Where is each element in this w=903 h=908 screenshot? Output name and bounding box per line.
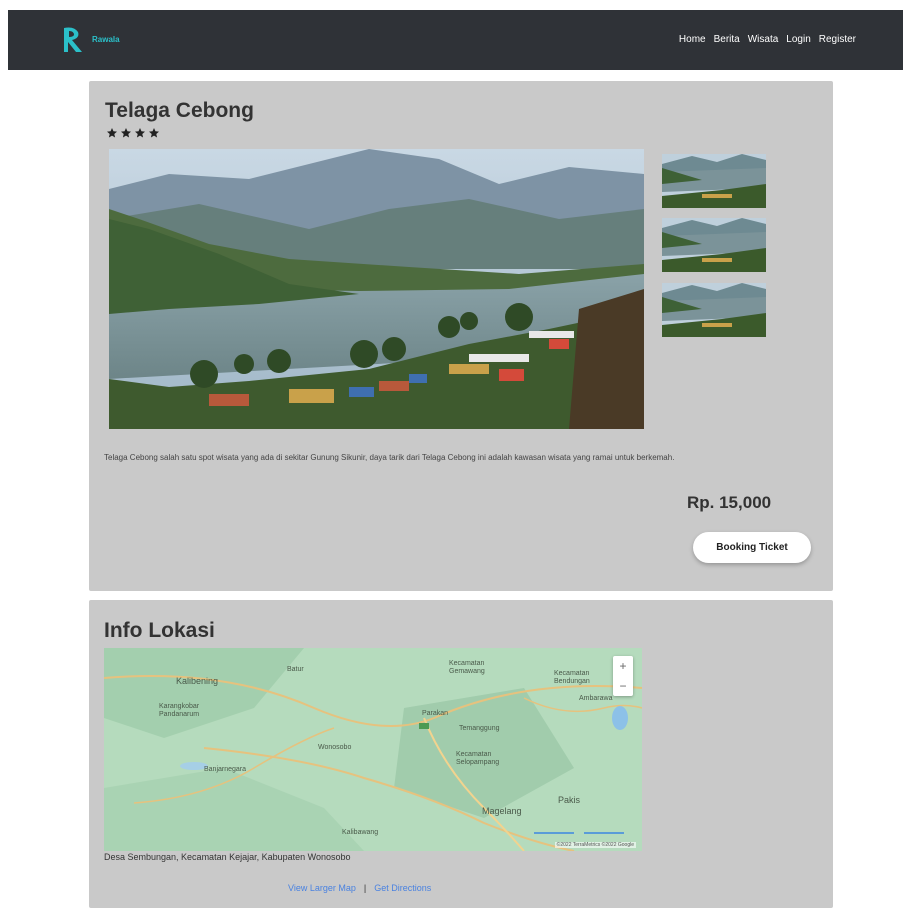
link-separator: | [363, 883, 367, 893]
nav-berita[interactable]: Berita [714, 34, 740, 45]
map-label: Kalibening [176, 676, 219, 686]
nav-home[interactable]: Home [679, 34, 706, 45]
embedded-map[interactable]: Batur Kalibening Kecamatan Gemawang Keca… [104, 648, 642, 851]
nav-login[interactable]: Login [786, 34, 810, 45]
map-label: Banjarnegara [204, 766, 247, 773]
map-label: Kalibawang [342, 829, 379, 836]
map-label: Batur [287, 666, 304, 673]
map-label: Kecamatan Bendungan [554, 670, 590, 685]
brand-name: Rawala [92, 34, 120, 44]
map-label: Karangkobar Pandanarum [159, 703, 200, 718]
view-larger-map-link[interactable]: View Larger Map [288, 883, 356, 893]
brand-logo-icon [64, 27, 82, 52]
destination-detail-card: Telaga Cebong Telaga Cebong salah satu s… [89, 81, 833, 591]
main-photo [109, 149, 644, 429]
zoom-in-button[interactable]: + [613, 656, 633, 676]
map-label: Kecamatan Gemawang [449, 660, 485, 675]
location-info-card: Info Lokasi Batur Kalibening Kecamatan G… [89, 600, 833, 908]
brand[interactable]: Rawala [60, 24, 120, 54]
rating-stars [106, 127, 160, 139]
map-label: Pakis [558, 795, 581, 805]
map-label: Kecamatan Selopampang [456, 751, 500, 766]
map-label: Temanggung [459, 725, 500, 732]
nav-register[interactable]: Register [819, 34, 856, 45]
map-label: Wonosobo [318, 744, 352, 751]
map-attribution: ©2022 TerraMetrics ©2022 Google [554, 842, 636, 848]
map-zoom-control: + − [613, 656, 633, 696]
location-title: Info Lokasi [104, 619, 215, 642]
star-icon [135, 128, 145, 138]
zoom-out-button[interactable]: − [613, 676, 633, 696]
get-directions-link[interactable]: Get Directions [374, 883, 431, 893]
thumbnail-3[interactable] [662, 283, 766, 337]
destination-title: Telaga Cebong [105, 99, 254, 122]
nav-wisata[interactable]: Wisata [748, 34, 779, 45]
star-icon [121, 128, 131, 138]
booking-ticket-button[interactable]: Booking Ticket [693, 532, 811, 563]
star-icon [149, 128, 159, 138]
star-icon [107, 128, 117, 138]
ticket-price: Rp. 15,000 [687, 493, 772, 512]
nav-links: Home Berita Wisata Login Register [679, 34, 856, 45]
map-label: Parakan [422, 710, 449, 717]
navbar: Rawala Home Berita Wisata Login Register [8, 10, 903, 70]
map-links: View Larger Map | Get Directions [288, 883, 431, 893]
thumbnail-1[interactable] [662, 154, 766, 208]
destination-description: Telaga Cebong salah satu spot wisata yan… [104, 453, 675, 462]
map-label: Ambarawa [579, 695, 613, 702]
location-address: Desa Sembungan, Kecamatan Kejajar, Kabup… [104, 852, 351, 862]
thumbnail-2[interactable] [662, 218, 766, 272]
map-label: Magelang [482, 806, 522, 816]
